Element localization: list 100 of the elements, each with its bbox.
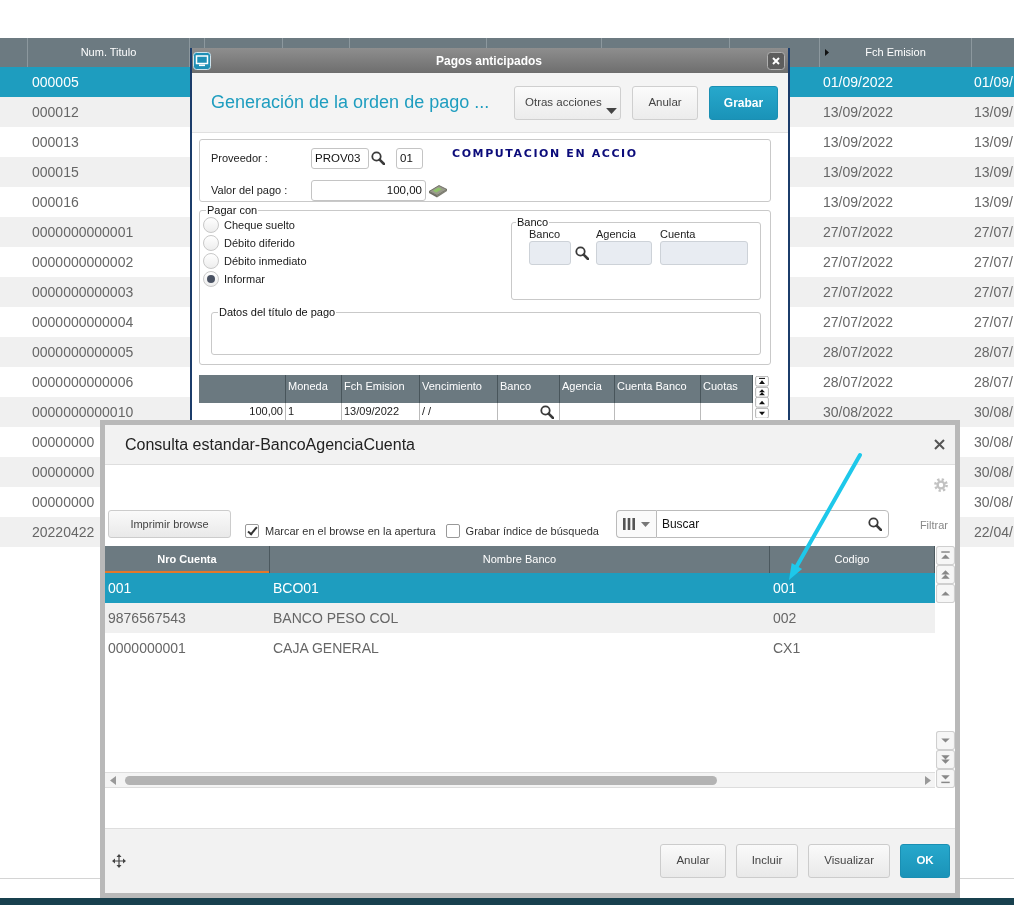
table-cell-text: 13/09/ [974, 102, 1013, 122]
radio-button[interactable] [203, 271, 219, 287]
search-icon[interactable] [575, 246, 589, 260]
table-cell-text: 0000000000001 [32, 222, 134, 242]
settings-icon[interactable] [934, 478, 948, 492]
text-field[interactable]: PROV03 [311, 147, 369, 169]
input-field[interactable] [596, 241, 652, 265]
close-icon[interactable] [934, 439, 945, 450]
arrow-down-icon[interactable] [755, 407, 769, 418]
menu-button[interactable]: Otras acciones [514, 85, 621, 120]
table-cell-text: 27/07/2022 [823, 252, 894, 272]
table-cell-text: BANCO PESO COL [272, 608, 400, 628]
table-cell-text: 0000000000005 [32, 342, 134, 362]
column-picker-button[interactable] [615, 510, 656, 538]
window-title: Pagos anticipados [435, 52, 543, 70]
radio-button[interactable] [203, 217, 219, 233]
radio-label: Débito inmediato [224, 253, 307, 269]
table-row[interactable]: 0000000001 CAJA GENERAL CX1 [105, 633, 935, 663]
table-cell-text: 28/07/2022 [823, 372, 894, 392]
table-cell-text: 30/08/2022 [823, 402, 894, 422]
table-cell-text: 28/07/ [974, 372, 1013, 392]
filter-link[interactable]: Filtrar [919, 516, 948, 534]
table-cell-text: 22/04/ [974, 522, 1013, 542]
table-cell-text: 30/08/ [974, 402, 1013, 422]
table-cell-text: 00000000 [32, 462, 95, 482]
ok-button[interactable]: OK [900, 844, 950, 878]
columns-icon [622, 517, 637, 531]
dialog-title: Consulta estandar-BancoAgenciaCuenta [125, 434, 415, 455]
arrow-left-icon[interactable] [110, 775, 116, 785]
page-heading: Generación de la orden de pago ... [211, 91, 490, 114]
table-cell-text: 9876567543 [107, 608, 187, 628]
scrollbar-thumb[interactable] [125, 775, 717, 785]
table-cell-text: 0000000000003 [32, 282, 134, 302]
table-cell-text: 27/07/ [974, 252, 1013, 272]
table-cell-text: 002 [772, 608, 798, 628]
table-cell-text: 01/09/2022 [823, 72, 894, 92]
search-field[interactable]: Buscar [655, 510, 889, 538]
double-arrow-up-icon[interactable] [755, 386, 769, 397]
monitor-icon [193, 51, 211, 70]
arrow-to-bottom-icon[interactable] [935, 769, 955, 788]
field-label: Proveedor : [211, 150, 269, 166]
footer-button[interactable]: Anular [660, 844, 726, 878]
column-header: Num. Titulo [80, 45, 137, 61]
radio-label: Cheque suelto [224, 217, 295, 233]
checkbox[interactable] [245, 523, 259, 538]
arrow-right-icon[interactable] [925, 775, 931, 785]
input-field[interactable] [660, 241, 748, 265]
table-cell-text: BCO01 [272, 578, 320, 598]
close-icon[interactable] [767, 51, 785, 70]
table-cell-text: 001 [107, 578, 133, 598]
radio-label: Informar [224, 271, 265, 287]
action-button[interactable]: Anular [632, 85, 698, 120]
column-header[interactable]: Nro Cuenta [105, 546, 270, 573]
action-button[interactable]: Grabar [709, 85, 778, 120]
arrow-to-top-icon[interactable] [755, 376, 769, 387]
table-cell-text: CX1 [772, 638, 802, 658]
table-cell-text: 01/09/ [974, 72, 1013, 92]
radio-label: Débito diferido [224, 235, 295, 251]
table-cell-text: 13/09/ [974, 192, 1013, 212]
footer-button[interactable]: Visualizar [808, 844, 890, 878]
search-icon[interactable] [540, 404, 554, 419]
text-field[interactable]: 01 [396, 147, 423, 169]
table-cell-text: 28/07/ [974, 342, 1013, 362]
field-label: Banco [529, 228, 562, 241]
search-icon[interactable] [371, 151, 385, 165]
input-field[interactable] [529, 241, 571, 265]
radio-button[interactable] [203, 253, 219, 269]
table-cell-text: 13/09/2022 [823, 162, 894, 182]
caret-icon [606, 107, 617, 114]
table-cell-text: 13/09/2022 [823, 192, 894, 212]
table-cell-text: 0000000001 [107, 638, 187, 658]
group-legend: Pagar con [206, 204, 259, 216]
footer-button[interactable]: Incluir [735, 844, 799, 878]
text-field[interactable]: 100,00 [311, 179, 426, 201]
table-cell-text: 13/09/2022 [823, 132, 894, 152]
table-cell-text: 27/07/2022 [823, 312, 894, 332]
radio-button[interactable] [203, 235, 219, 251]
print-button[interactable]: Imprimir browse [108, 510, 231, 538]
table-cell-text: 0000000000004 [32, 312, 134, 332]
table-cell-text: 13/09/ [974, 162, 1013, 182]
table-cell-text: 13/09/ [974, 132, 1013, 152]
checkbox[interactable] [445, 523, 460, 538]
field-label: Valor del pago : [211, 182, 289, 198]
table-cell-text: 27/07/ [974, 312, 1013, 332]
table-row[interactable]: 001 BCO01 001 [105, 573, 935, 603]
move-icon[interactable] [112, 854, 126, 868]
calculator-icon[interactable] [428, 182, 448, 198]
table-cell-text: 30/08/ [974, 462, 1013, 482]
search-icon[interactable] [867, 517, 882, 531]
double-arrow-down-icon[interactable] [935, 750, 955, 769]
table-cell-text: 001 [772, 578, 798, 598]
table-cell-text: 000005 [32, 72, 79, 92]
table-cell-text: 0000000000010 [32, 402, 134, 422]
table-row[interactable]: 9876567543 BANCO PESO COL 002 [105, 603, 935, 633]
table-cell-text: 27/07/ [974, 282, 1013, 302]
table-cell-text: 27/07/2022 [823, 222, 894, 242]
supplier-name: COMPUTACION EN ACCIO [452, 146, 638, 162]
checkbox-label: Marcar en el browse en la apertura [265, 523, 436, 539]
table-cell-text: 000013 [32, 132, 79, 152]
arrow-up-icon[interactable] [755, 397, 769, 408]
